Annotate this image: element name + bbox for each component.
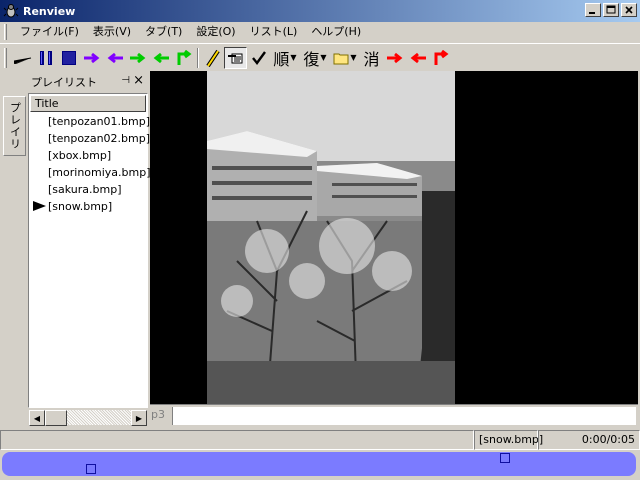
chevron-down-icon: ▼ <box>350 53 357 62</box>
list-item[interactable]: [morinomiya.bmp] <box>29 164 151 181</box>
pin-icon[interactable]: ⊣ <box>121 75 130 86</box>
viewer-tab[interactable]: p3 <box>151 408 165 421</box>
scroll-left-icon[interactable]: ◀ <box>29 410 45 426</box>
pause-icon <box>39 50 52 65</box>
menu-file[interactable]: ファイル(F) <box>13 23 86 41</box>
scroll-right-icon[interactable]: ▶ <box>131 410 147 426</box>
scroll-track[interactable] <box>67 410 131 425</box>
order-button[interactable]: 順 ▼ <box>270 47 300 69</box>
image-viewer[interactable] <box>150 71 638 404</box>
list-item[interactable]: [tenpozan02.bmp] <box>29 130 150 147</box>
order-label: 順 <box>273 49 290 69</box>
move-left-button[interactable] <box>406 47 429 69</box>
list-item[interactable]: [xbox.bmp] <box>29 147 147 164</box>
sidetab-playlist[interactable]: プレイリ <box>3 96 26 156</box>
menu-bar: ファイル(F) 表示(V) タブ(T) 設定(O) リスト(L) ヘルプ(H) <box>0 22 640 42</box>
forward-button[interactable] <box>126 47 149 69</box>
playlist-title: プレイリスト <box>31 76 97 89</box>
list-item[interactable]: [sakura.bmp] <box>29 181 147 198</box>
prev-button[interactable] <box>103 47 126 69</box>
toolbar-grip[interactable] <box>4 47 7 68</box>
pencil-icon <box>205 49 220 67</box>
column-header-title[interactable]: Title <box>30 95 146 112</box>
maximize-icon <box>606 5 616 14</box>
status-main <box>0 430 474 450</box>
arrow-right-green-icon <box>129 52 145 63</box>
sidetab-label: プレイリ <box>8 102 22 150</box>
menubar-grip[interactable] <box>4 24 7 40</box>
minimize-icon <box>589 12 595 14</box>
minimize-button[interactable] <box>585 3 601 17</box>
horizontal-scrollbar[interactable]: ◀ ▶ <box>28 409 148 426</box>
delete-button[interactable]: 消 <box>360 47 383 69</box>
stop-icon <box>61 50 76 65</box>
repeat-button[interactable]: 復 ▼ <box>300 47 330 69</box>
status-time: 0:00/0:05 <box>538 430 640 450</box>
toolbar-separator <box>197 47 199 68</box>
arrow-right-purple-icon <box>83 52 99 63</box>
check-button[interactable] <box>247 47 270 69</box>
arrow-left-purple-icon <box>107 52 123 63</box>
repeat-label: 復 <box>303 49 320 69</box>
pause-button[interactable] <box>34 47 57 69</box>
turn-up-red-icon <box>434 49 448 65</box>
list-item-current[interactable]: [snow.bmp] <box>29 198 147 215</box>
up-turn-red-button[interactable] <box>429 47 452 69</box>
menu-settings[interactable]: 設定(O) <box>189 23 242 41</box>
close-button[interactable] <box>621 3 637 17</box>
title-bar[interactable]: Renview <box>0 0 640 22</box>
back-button[interactable] <box>149 47 172 69</box>
play-icon <box>13 57 31 64</box>
viewer-tab-bar: p3 <box>150 404 638 426</box>
hand-pointer-icon <box>227 53 242 63</box>
seek-bar[interactable] <box>2 452 636 476</box>
seek-marker[interactable] <box>500 453 510 463</box>
next-button[interactable] <box>80 47 103 69</box>
menu-tab[interactable]: タブ(T) <box>138 23 189 41</box>
turn-up-green-icon <box>177 49 191 65</box>
chevron-down-icon: ▼ <box>290 53 297 62</box>
hand-pointer-button[interactable] <box>224 46 247 69</box>
folder-button[interactable]: ▼ <box>330 47 360 69</box>
seek-thumb[interactable] <box>86 464 96 474</box>
list-item[interactable]: [tenpozan01.bmp] <box>29 113 150 130</box>
status-filename: [snow.bmp] <box>474 430 543 450</box>
menu-list[interactable]: リスト(L) <box>243 23 305 41</box>
app-bug-icon <box>3 4 19 18</box>
panel-close-icon[interactable]: × <box>133 73 144 88</box>
playlist-panel: プレイリスト ⊣ × Title [tenpozan01.bmp] [tenpo… <box>28 73 151 428</box>
stop-button[interactable] <box>57 47 80 69</box>
snow-scene-image <box>207 71 455 404</box>
up-turn-green-button[interactable] <box>172 47 195 69</box>
delete-label: 消 <box>363 49 380 69</box>
close-icon <box>625 6 633 14</box>
folder-icon <box>333 53 349 64</box>
window-title: Renview <box>23 4 76 18</box>
toolbar: 順 ▼ 復 ▼ ▼ 消 <box>0 43 640 71</box>
arrow-left-green-icon <box>153 52 169 63</box>
scroll-thumb[interactable] <box>45 410 67 426</box>
status-bar: [snow.bmp] 0:00/0:05 <box>0 430 640 450</box>
viewer-tab-area <box>172 407 636 425</box>
chevron-down-icon: ▼ <box>320 53 327 62</box>
snow-photo <box>207 71 455 404</box>
arrow-left-red-icon <box>410 52 426 63</box>
playlist-header: プレイリスト ⊣ × <box>28 73 148 91</box>
menu-view[interactable]: 表示(V) <box>86 23 138 41</box>
move-right-button[interactable] <box>383 47 406 69</box>
checkmark-icon <box>251 50 266 65</box>
maximize-button[interactable] <box>603 3 619 17</box>
play-button[interactable] <box>11 47 34 69</box>
menu-help[interactable]: ヘルプ(H) <box>304 23 368 41</box>
edit-button[interactable] <box>201 47 224 69</box>
playlist-list[interactable]: Title [tenpozan01.bmp] [tenpozan02.bmp] … <box>28 93 151 408</box>
arrow-right-red-icon <box>386 52 402 63</box>
